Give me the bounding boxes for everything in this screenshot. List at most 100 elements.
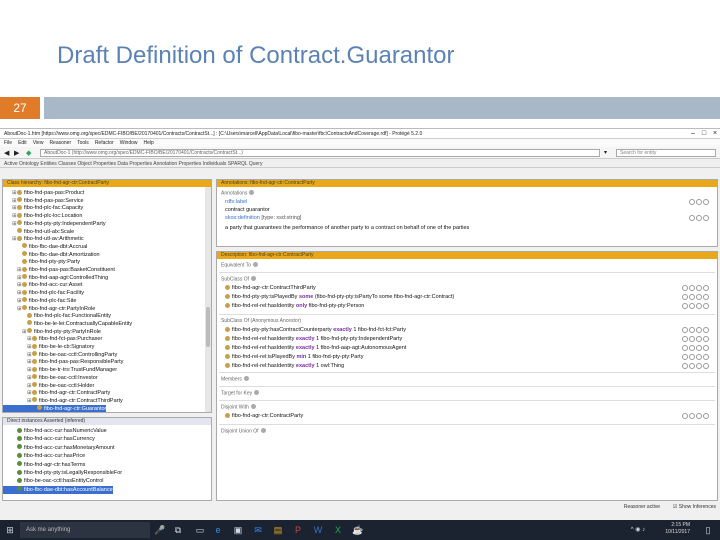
property-label: fibo-fnd-agr-ctr:hasTerms xyxy=(24,461,86,468)
axiom-controls[interactable] xyxy=(681,336,709,344)
tree-scrollbar[interactable] xyxy=(205,187,211,412)
excel-icon[interactable]: X xyxy=(330,522,346,538)
class-label: fibo-fnd-acc-cur:Asset xyxy=(29,282,83,289)
menu-item[interactable]: Window xyxy=(120,140,138,146)
axiom-controls[interactable] xyxy=(681,354,709,362)
class-icon xyxy=(22,266,27,272)
tab-bar[interactable]: Active Ontology Entities Classes Object … xyxy=(0,160,720,168)
class-label: fibo-fnd-pty-pty:PartyInRole xyxy=(34,328,101,335)
forward-icon[interactable]: ▶ xyxy=(14,149,19,157)
file-explorer-icon[interactable]: ▭ xyxy=(192,522,208,538)
instance-tree-item[interactable]: fibo-be-oac-cctl:hasEntityControl xyxy=(3,477,103,485)
instance-tree-item[interactable]: fibo-fnd-pty-pty:isLegallyResponsibleFor xyxy=(3,469,122,477)
class-icon xyxy=(32,366,37,372)
store-icon[interactable]: ▣ xyxy=(230,522,246,538)
property-label: fibo-fnd-acc-cur:hasPrice xyxy=(24,453,86,460)
menu-item[interactable]: Help xyxy=(144,140,154,146)
axiom-row[interactable]: fibo-fnd-rel-rel:isPlayedBy min 1 fibo-f… xyxy=(225,353,363,361)
axiom-controls[interactable] xyxy=(681,294,709,302)
menu-item[interactable]: File xyxy=(4,140,12,146)
class-hierarchy-header: Class hierarchy: fibo-fnd-agr-ctr:Contra… xyxy=(3,180,211,187)
menu-item[interactable]: Tools xyxy=(77,140,89,146)
axiom-row[interactable]: fibo-fnd-pty-pty:isPlayedBy some (fibo-f… xyxy=(225,293,454,301)
axiom-controls[interactable] xyxy=(681,303,709,311)
instance-tree-item[interactable]: fibo-fnd-acc-cur:hasMonetaryAmount xyxy=(3,444,114,452)
edge-browser-icon[interactable]: e xyxy=(210,522,226,538)
app-icon[interactable]: ☕ xyxy=(350,522,366,538)
annotation-controls[interactable] xyxy=(688,199,709,207)
axiom-row[interactable]: fibo-fnd-rel-rel:hasIdentity only fibo-f… xyxy=(225,302,364,310)
menu-item[interactable]: Edit xyxy=(18,140,27,146)
anonymous-ancestor-label: SubClass Of (Anonymous Ancestor) xyxy=(221,318,302,324)
add-key-icon[interactable] xyxy=(254,390,260,395)
close-icon[interactable]: × xyxy=(710,129,720,139)
folder-icon[interactable]: ▤ xyxy=(270,522,286,538)
task-view-icon[interactable]: ⧉ xyxy=(170,522,186,538)
search-input[interactable]: Search for entity xyxy=(616,149,716,157)
class-label: fibo-fnd-plc-fac:Site xyxy=(29,297,77,304)
axiom-text: 1 fibo-fnd-fct-fct:Party xyxy=(351,327,406,333)
axiom-row[interactable]: fibo-fnd-agr-ctr:ContractParty xyxy=(225,412,303,420)
word-icon[interactable]: W xyxy=(310,522,326,538)
class-icon xyxy=(27,320,32,326)
axiom-keyword: min xyxy=(296,354,307,360)
instance-tree-item[interactable]: fibo-fnd-acc-cur:hasCurrency xyxy=(3,435,95,443)
mail-icon[interactable]: ✉ xyxy=(250,522,266,538)
ontology-url-field[interactable]: AboutDoc-1 (http://www.omg.org/spec/EDMC… xyxy=(40,149,600,157)
dropdown-icon[interactable]: ▾ xyxy=(604,149,607,156)
add-annotation-icon[interactable] xyxy=(249,190,255,195)
axiom-controls[interactable] xyxy=(681,327,709,335)
instance-tree-item[interactable]: fibo-fnd-acc-cur:hasPrice xyxy=(3,452,85,460)
instances-header: Direct instances Asserted (inferred) xyxy=(3,418,211,425)
axiom-row[interactable]: fibo-fnd-pty-pty:hasContractCounterparty… xyxy=(225,326,406,334)
menu-item[interactable]: Reasoner xyxy=(49,140,71,146)
windows-taskbar: ⊞ Ask me anything 🎤 ⧉ ▭ e ▣ ✉ ▤ P W X ☕ … xyxy=(0,520,720,540)
instance-tree-item[interactable]: fibo-fnd-acc-cur:hasNumericValue xyxy=(3,427,107,435)
axiom-row[interactable]: fibo-fnd-rel-rel:hasIdentity exactly 1 f… xyxy=(225,344,406,352)
menu-item[interactable]: View xyxy=(33,140,44,146)
maximize-icon[interactable]: □ xyxy=(699,129,709,139)
add-equivalent-icon[interactable] xyxy=(252,262,258,267)
add-member-icon[interactable] xyxy=(243,376,249,381)
taskbar-search-input[interactable]: Ask me anything xyxy=(20,522,150,538)
class-label: fibo-fnd-plc-fac:FunctionalEntity xyxy=(34,313,112,320)
add-disjoint-icon[interactable] xyxy=(250,404,256,409)
axiom-text: fibo-fnd-pty-pty:hasContractCounterparty xyxy=(232,327,334,333)
add-disjoint-union-icon[interactable] xyxy=(260,428,266,433)
class-icon xyxy=(22,297,27,303)
description-header: Description: fibo-fnd-agr-ctr:ContractPa… xyxy=(217,252,717,259)
back-icon[interactable]: ◀ xyxy=(4,149,9,157)
class-icon xyxy=(32,382,37,387)
class-icon xyxy=(22,243,27,249)
axiom-row[interactable]: fibo-fnd-agr-ctr:ContractThirdParty xyxy=(225,284,316,292)
axiom-controls[interactable] xyxy=(681,345,709,353)
class-tree: ⊞ fibo-fnd-pas-pas:Product ⊞ fibo-fnd-pas-p… xyxy=(3,187,211,412)
axiom-row[interactable]: fibo-fnd-rel-rel:hasIdentity exactly 1 f… xyxy=(225,335,402,343)
axiom-controls[interactable] xyxy=(681,363,709,371)
microphone-icon[interactable]: 🎤 xyxy=(152,522,168,538)
notification-icon[interactable]: ▯ xyxy=(700,522,716,538)
minimize-icon[interactable]: – xyxy=(688,129,698,139)
show-inferences-checkbox[interactable]: ☑ Show Inferences xyxy=(673,503,716,511)
axiom-text: fibo-fnd-rel-rel:isPlayedBy xyxy=(232,354,297,360)
windows-start-icon[interactable]: ⊞ xyxy=(2,522,18,538)
class-tree-item[interactable]: fibo-fnd-agr-ctr:Guarantor xyxy=(3,404,107,412)
axiom-controls[interactable] xyxy=(681,413,709,421)
class-icon xyxy=(37,405,42,411)
axiom-row[interactable]: fibo-fnd-rel-rel:hasIdentity exactly 1 o… xyxy=(225,362,344,370)
class-label: fibo-fnd-pas-pas:Service xyxy=(24,197,84,204)
clock[interactable]: 2:15 PM 10/11/2017 xyxy=(665,522,690,536)
tray-icons[interactable]: ^ ◉ ♪ xyxy=(630,522,646,538)
class-icon xyxy=(17,212,22,218)
annotation-controls[interactable] xyxy=(688,215,709,223)
property-icon xyxy=(17,427,22,433)
menu-item[interactable]: Refactor xyxy=(95,140,114,146)
instance-tree-item[interactable]: fibo-fbc-dae-dbt:hasAccountBalance xyxy=(3,485,113,494)
add-subclass-icon[interactable] xyxy=(251,276,257,281)
axiom-controls[interactable] xyxy=(681,285,709,293)
powerpoint-icon[interactable]: P xyxy=(290,522,306,538)
instances-panel: Direct instances Asserted (inferred) fib… xyxy=(2,417,212,501)
instance-tree-item[interactable]: fibo-fnd-agr-ctr:hasTerms xyxy=(3,461,85,469)
disjoint-union-label: Disjoint Union Of xyxy=(221,428,259,435)
class-label: fibo-fnd-pty-pty:IndependentParty xyxy=(24,220,106,227)
